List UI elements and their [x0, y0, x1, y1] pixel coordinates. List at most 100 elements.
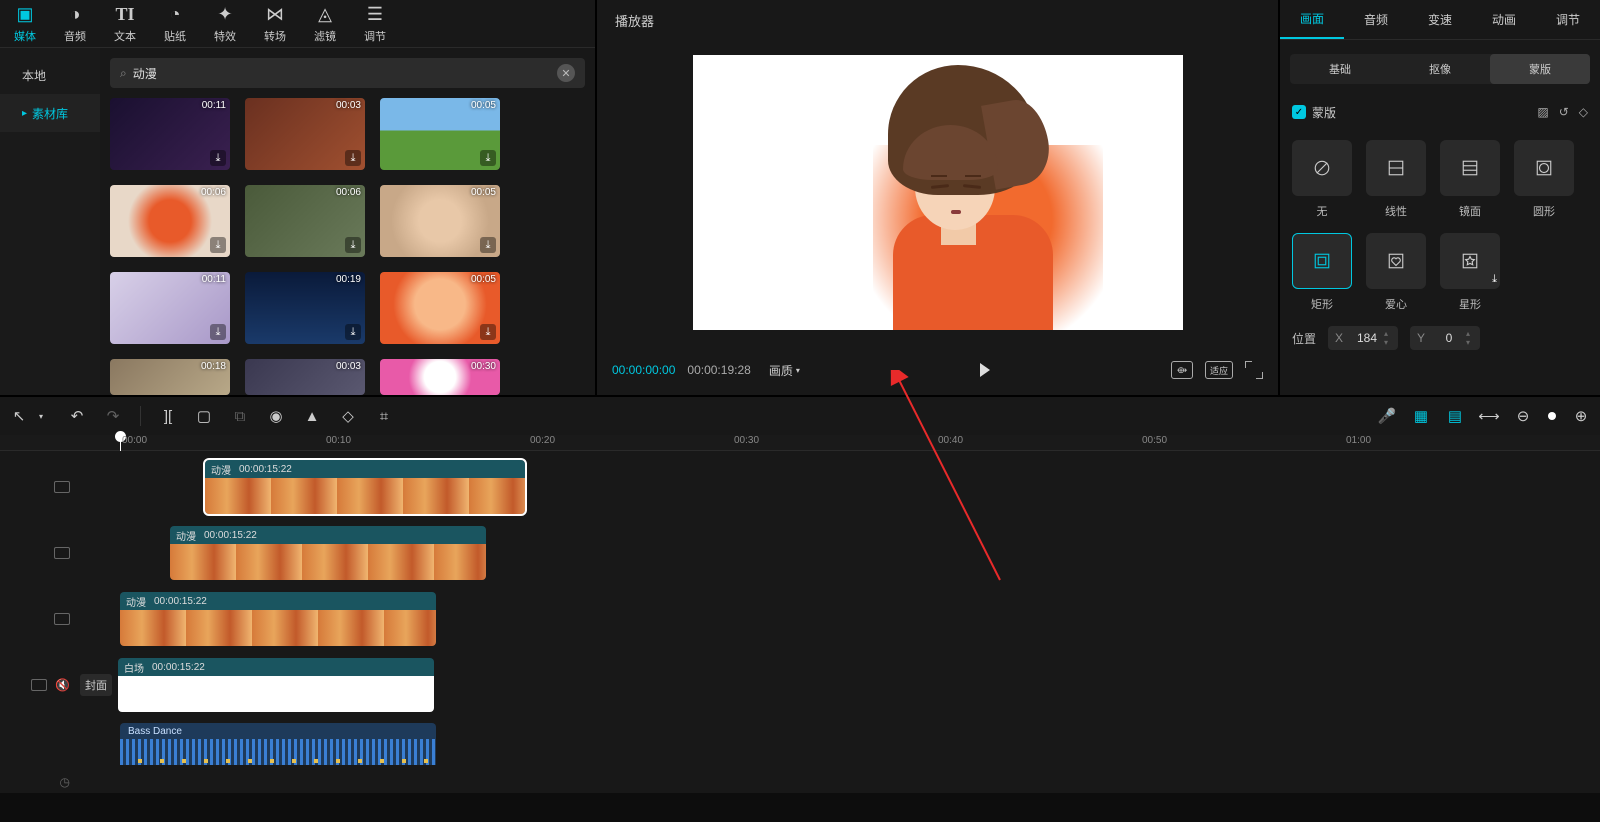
- download-icon[interactable]: ⤓: [345, 324, 361, 340]
- rtab-speed[interactable]: 变速: [1408, 0, 1472, 39]
- keyframe-icon[interactable]: ◇: [1579, 105, 1588, 119]
- mask-star[interactable]: ⤓星形: [1440, 233, 1500, 312]
- media-thumb[interactable]: 00:11⤓: [110, 272, 230, 344]
- download-icon[interactable]: ⤓: [210, 324, 226, 340]
- mask-circle[interactable]: 圆形: [1514, 140, 1574, 219]
- subtab-basic[interactable]: 基础: [1290, 54, 1390, 84]
- audio-clip[interactable]: Bass Dance: [120, 723, 436, 765]
- sidebar-library[interactable]: 素材库: [0, 94, 100, 132]
- media-thumb[interactable]: 00:05⤓: [380, 98, 500, 170]
- split-button[interactable]: ][: [159, 407, 177, 425]
- rotate-button[interactable]: ◇: [339, 407, 357, 425]
- download-icon[interactable]: ⤓: [345, 237, 361, 253]
- video-clip[interactable]: 动漫00:00:15:22: [170, 526, 486, 580]
- chevron-down-icon: ▾: [796, 366, 800, 375]
- media-thumb[interactable]: 00:06⤓: [110, 185, 230, 257]
- media-thumb[interactable]: 00:03: [245, 359, 365, 395]
- quality-dropdown[interactable]: 画质▾: [769, 362, 800, 379]
- zoom-slider[interactable]: [1548, 412, 1556, 420]
- ratio-button[interactable]: ⟴: [1171, 361, 1193, 379]
- download-icon[interactable]: ⤓: [480, 150, 496, 166]
- mute-icon[interactable]: 🔇: [55, 678, 70, 692]
- mask-heart[interactable]: 爱心: [1366, 233, 1426, 312]
- subtab-cutout[interactable]: 抠像: [1390, 54, 1490, 84]
- time-ruler[interactable]: 00:00 00:10 00:20 00:30 00:40 00:50 01:0…: [0, 435, 1600, 451]
- media-thumb[interactable]: 00:03⤓: [245, 98, 365, 170]
- tab-filter[interactable]: ◬滤镜: [300, 0, 350, 47]
- mask-linear[interactable]: 线性: [1366, 140, 1426, 219]
- play-button[interactable]: [980, 363, 990, 377]
- download-icon[interactable]: ⤓: [345, 150, 361, 166]
- search-input[interactable]: [133, 66, 557, 80]
- media-thumb[interactable]: 00:18: [110, 359, 230, 395]
- timeline-toolbar: ↖ ▾ ↶ ↷ ][ ▢ ⧉ ◉ ▲ ◇ ⌗ 🎤 ▦ ▤ ⟷ ⊖ ⊕: [0, 395, 1600, 435]
- track-visibility-icon[interactable]: [54, 613, 70, 625]
- redo-button[interactable]: ↷: [104, 407, 122, 425]
- media-thumb[interactable]: 00:05⤓: [380, 272, 500, 344]
- subtab-mask[interactable]: 蒙版: [1490, 54, 1590, 84]
- rtab-animation[interactable]: 动画: [1472, 0, 1536, 39]
- fullscreen-button[interactable]: [1245, 361, 1263, 379]
- rtab-picture[interactable]: 画面: [1280, 0, 1344, 39]
- tab-transition[interactable]: ⋈转场: [250, 0, 300, 47]
- download-icon[interactable]: ⤓: [210, 150, 226, 166]
- zoom-out-icon[interactable]: ⊖: [1514, 407, 1532, 425]
- undo-button[interactable]: ↶: [68, 407, 86, 425]
- mask-toggle[interactable]: ✓ 蒙版: [1292, 104, 1336, 121]
- media-thumb[interactable]: 00:11⤓: [110, 98, 230, 170]
- rtab-audio[interactable]: 音频: [1344, 0, 1408, 39]
- preview-area[interactable]: [597, 40, 1278, 345]
- checkbox-icon: ✓: [1292, 105, 1306, 119]
- video-clip[interactable]: 白场00:00:15:22: [118, 658, 434, 712]
- position-x-input[interactable]: X184▴▾: [1328, 326, 1398, 350]
- download-icon[interactable]: ⤓: [480, 324, 496, 340]
- tab-audio[interactable]: ◑音频: [50, 0, 100, 47]
- reset-icon[interactable]: ↺: [1559, 105, 1569, 119]
- tab-effect[interactable]: ✦特效: [200, 0, 250, 47]
- media-thumb[interactable]: 00:05⤓: [380, 185, 500, 257]
- crop-button[interactable]: ⌗: [375, 407, 393, 425]
- tab-adjust[interactable]: ☰调节: [350, 0, 400, 47]
- search-clear-button[interactable]: ✕: [557, 64, 575, 82]
- tab-media[interactable]: ▣媒体: [0, 0, 50, 47]
- audio-icon: ◑: [70, 4, 81, 25]
- media-sidebar: 本地 素材库: [0, 48, 100, 395]
- video-clip[interactable]: 动漫00:00:15:22: [120, 592, 436, 646]
- mask-none[interactable]: 无: [1292, 140, 1352, 219]
- reverse-button[interactable]: ◉: [267, 407, 285, 425]
- invert-icon[interactable]: ▨: [1537, 105, 1548, 119]
- copy-button[interactable]: ⧉: [231, 407, 249, 425]
- media-thumb[interactable]: 00:30: [380, 359, 500, 395]
- rtab-adjust[interactable]: 调节: [1536, 0, 1600, 39]
- media-thumb[interactable]: 00:19⤓: [245, 272, 365, 344]
- sidebar-local[interactable]: 本地: [0, 56, 100, 94]
- track-visibility-icon[interactable]: [54, 547, 70, 559]
- video-clip[interactable]: 动漫00:00:15:22: [205, 460, 525, 514]
- clock-icon[interactable]: ◷: [60, 775, 70, 789]
- cursor-dropdown[interactable]: ▾: [32, 407, 50, 425]
- playhead[interactable]: [120, 435, 121, 451]
- position-y-input[interactable]: Y0▴▾: [1410, 326, 1480, 350]
- media-thumb[interactable]: 00:06⤓: [245, 185, 365, 257]
- cursor-tool[interactable]: ↖: [10, 407, 28, 425]
- fit-button[interactable]: 适应: [1205, 361, 1233, 379]
- mirror-button[interactable]: ▲: [303, 407, 321, 425]
- mask-rect[interactable]: 矩形: [1292, 233, 1352, 312]
- zoom-fit-icon[interactable]: ⊕: [1572, 407, 1590, 425]
- download-icon: ⤓: [1492, 273, 1497, 286]
- download-icon[interactable]: ⤓: [210, 237, 226, 253]
- track-visibility-icon[interactable]: [54, 481, 70, 493]
- tab-text[interactable]: TI文本: [100, 0, 150, 47]
- cover-button[interactable]: 封面: [80, 674, 112, 696]
- link-icon[interactable]: ⟷: [1480, 407, 1498, 425]
- mic-icon[interactable]: 🎤: [1378, 407, 1396, 425]
- magnet-main-icon[interactable]: ▦: [1412, 407, 1430, 425]
- track-visibility-icon[interactable]: [31, 679, 47, 691]
- magnet-track-icon[interactable]: ▤: [1446, 407, 1464, 425]
- effect-icon: ✦: [217, 4, 232, 25]
- mask-mirror[interactable]: 镜面: [1440, 140, 1500, 219]
- tab-sticker[interactable]: ◔贴纸: [150, 0, 200, 47]
- time-total: 00:00:19:28: [687, 363, 750, 377]
- download-icon[interactable]: ⤓: [480, 237, 496, 253]
- delete-button[interactable]: ▢: [195, 407, 213, 425]
